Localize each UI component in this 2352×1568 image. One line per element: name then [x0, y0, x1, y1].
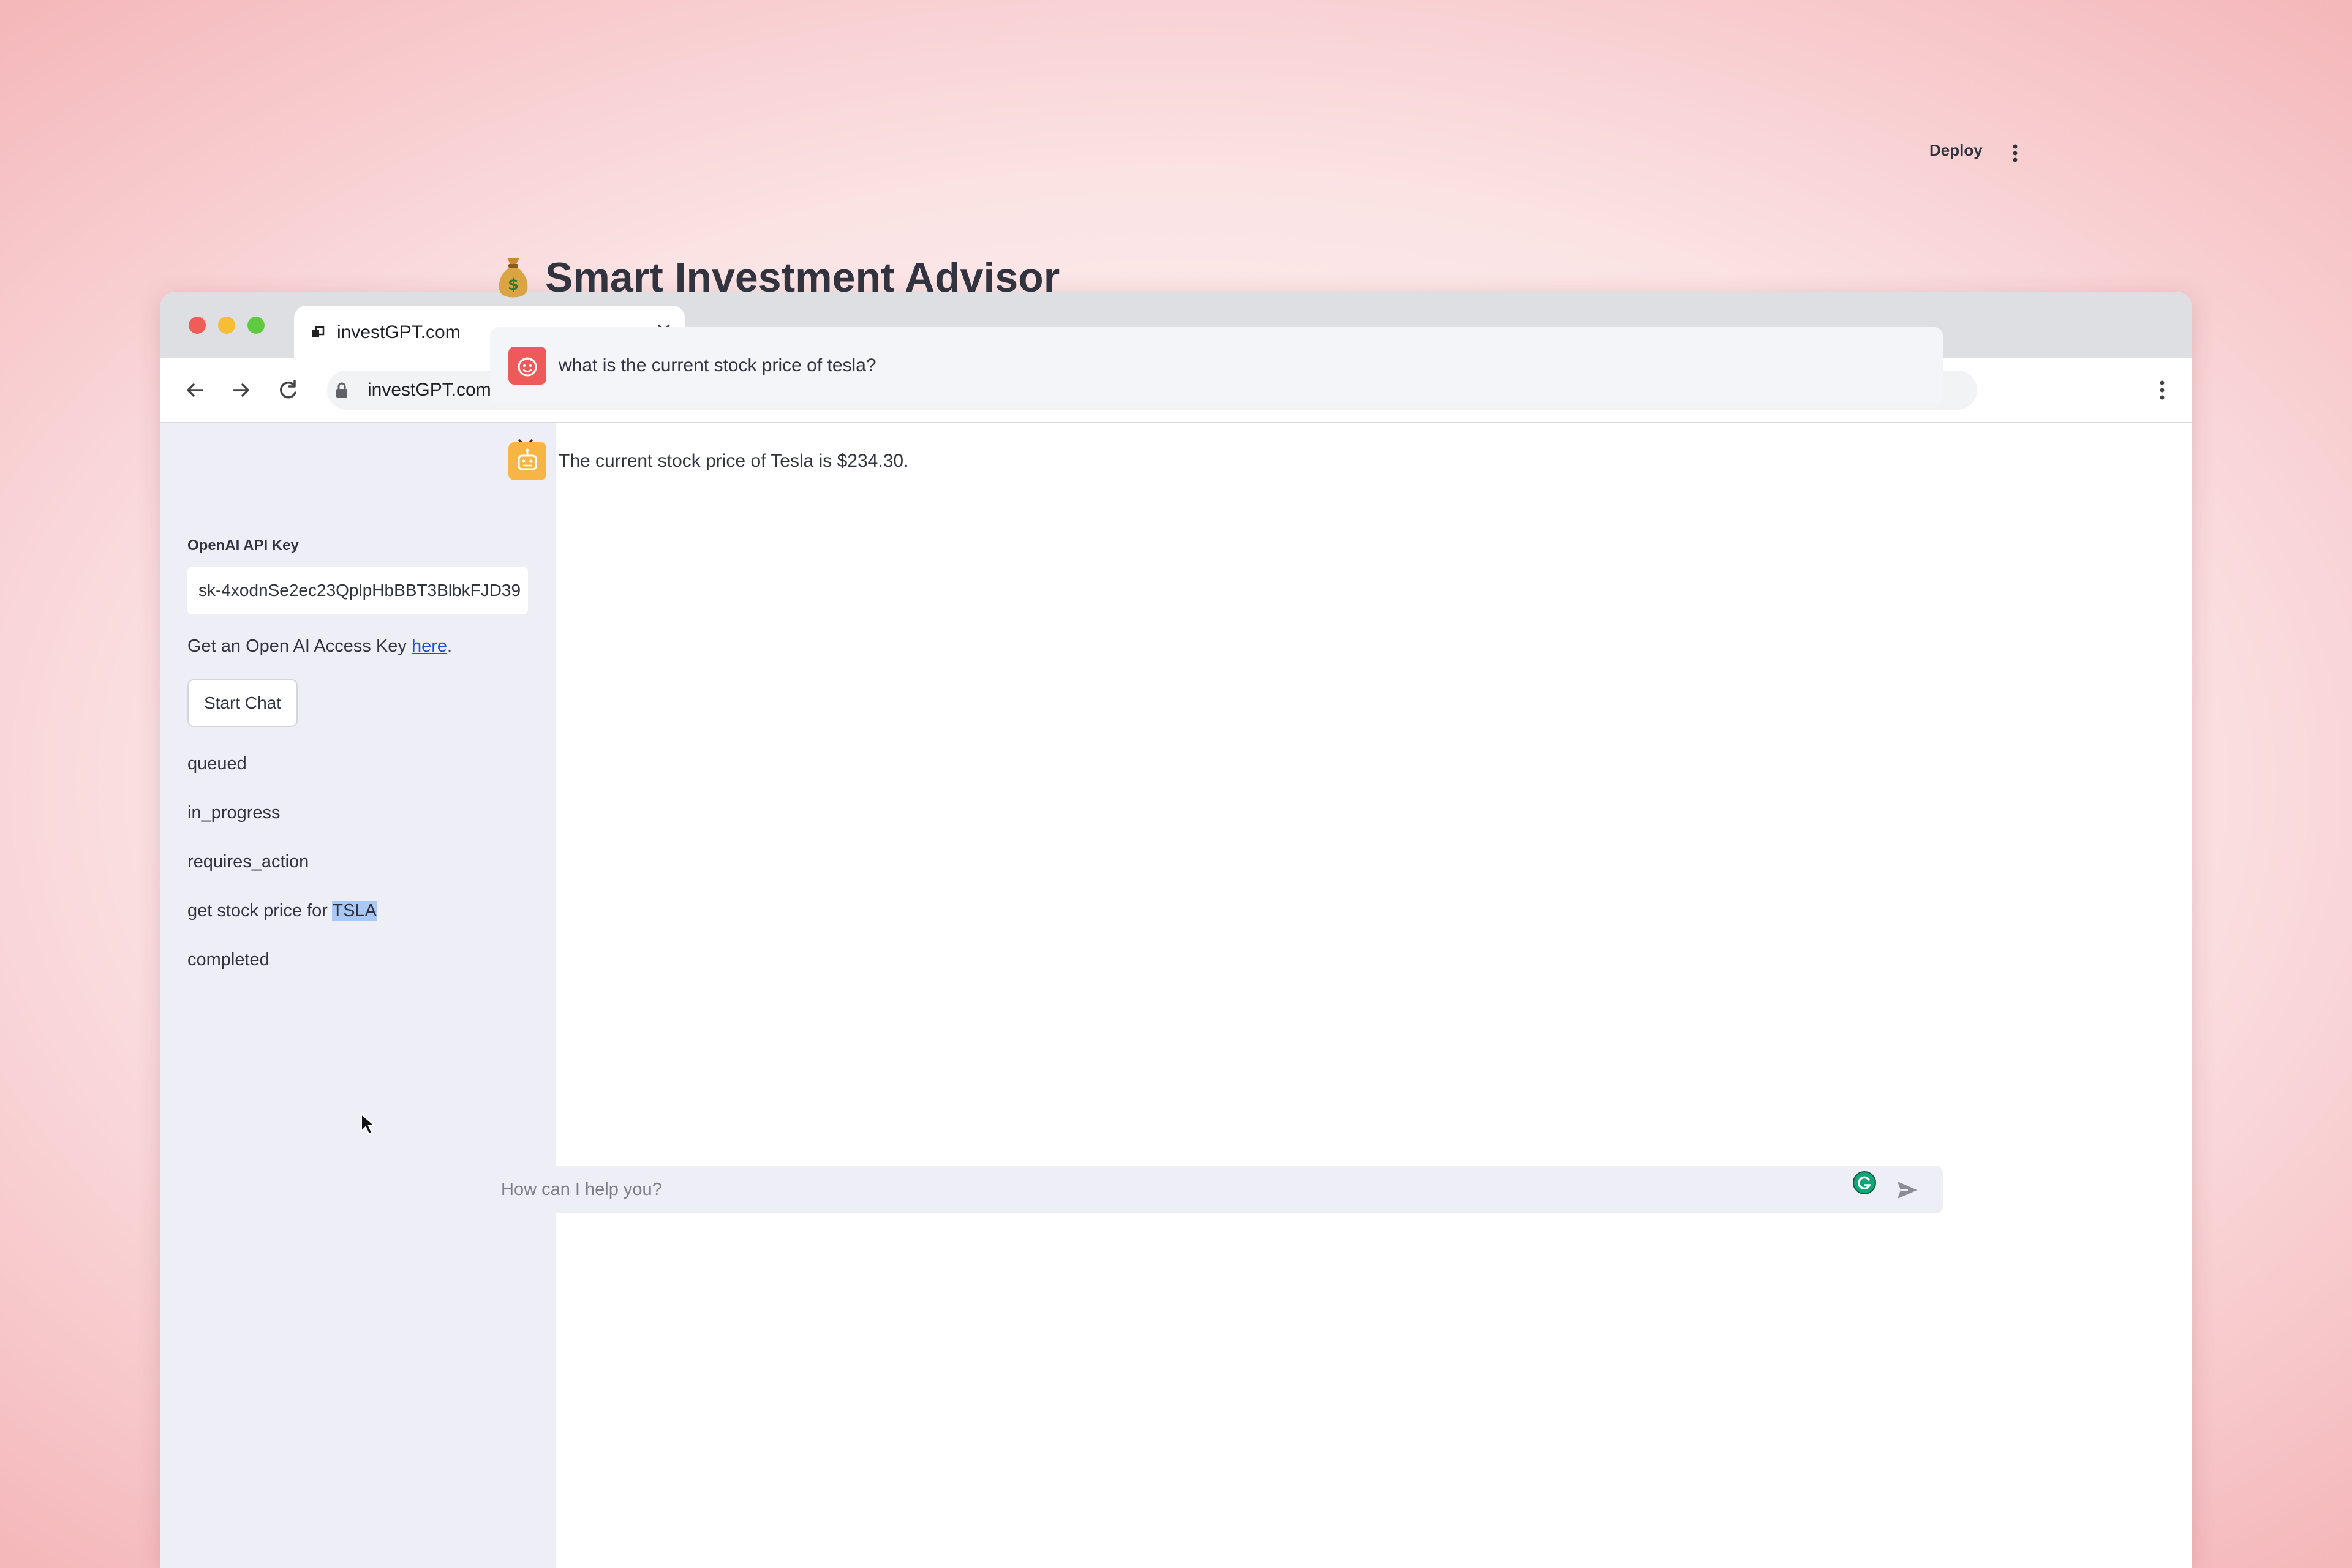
mouse-cursor-icon — [361, 1113, 376, 1135]
reload-icon[interactable] — [274, 377, 301, 404]
status-queued: queued — [187, 754, 247, 774]
tab-title: investGPT.com — [337, 322, 461, 342]
chat-message-user: what is the current stock price of tesla… — [490, 327, 1943, 403]
assistant-message-text: The current stock price of Tesla is $234… — [559, 451, 909, 471]
status-tool-call: get stock price for TSLA — [187, 899, 377, 923]
access-key-suffix: . — [447, 636, 453, 656]
deploy-button[interactable]: Deploy — [1929, 141, 1983, 160]
send-icon[interactable] — [1895, 1178, 1920, 1202]
sidebar: OpenAI API Key sk-4xodnSe2ec23QplpHbBBT3… — [160, 423, 556, 1568]
chat-input-placeholder: How can I help you? — [501, 1180, 662, 1199]
forward-arrow-icon[interactable] — [228, 377, 255, 404]
api-key-input[interactable]: sk-4xodnSe2ec23QplpHbBBT3BlbkFJD39 — [187, 567, 528, 614]
start-chat-button[interactable]: Start Chat — [187, 679, 298, 727]
user-message-text: what is the current stock price of tesla… — [559, 355, 876, 375]
access-key-prefix: Get an Open AI Access Key — [187, 636, 412, 656]
chat-input[interactable]: How can I help you? — [490, 1166, 1943, 1213]
status-in-progress: in_progress — [187, 803, 281, 823]
close-window-button[interactable] — [189, 317, 206, 334]
svg-text:$: $ — [508, 276, 519, 294]
back-arrow-icon[interactable] — [181, 377, 208, 404]
page-title: $ Smart Investment Advisor — [494, 251, 1060, 304]
assistant-avatar-icon — [508, 442, 546, 480]
app-menu-icon[interactable] — [2009, 142, 2021, 164]
money-bag-icon: $ — [499, 258, 528, 298]
chat-message-assistant: The current stock price of Tesla is $234… — [490, 423, 1943, 499]
tool-call-text: get stock price for — [187, 901, 333, 921]
lock-icon — [336, 382, 347, 398]
tool-call-symbol: TSLA — [332, 901, 377, 921]
favicon-icon — [312, 326, 325, 337]
maximize-window-button[interactable] — [247, 317, 265, 334]
status-completed: completed — [187, 950, 270, 970]
more-vert-icon[interactable] — [2149, 377, 2176, 404]
status-requires-action: requires_action — [187, 852, 309, 872]
main-content — [556, 423, 2192, 1568]
minimize-window-button[interactable] — [218, 317, 235, 334]
url-text[interactable]: investGPT.com — [368, 378, 491, 402]
grammarly-icon[interactable] — [1852, 1170, 1877, 1195]
access-key-text: Get an Open AI Access Key here. — [187, 634, 452, 658]
api-key-label: OpenAI API Key — [187, 537, 299, 554]
access-key-link[interactable]: here — [412, 636, 447, 656]
page-title-text: Smart Investment Advisor — [545, 254, 1060, 301]
user-avatar-icon — [508, 347, 546, 385]
